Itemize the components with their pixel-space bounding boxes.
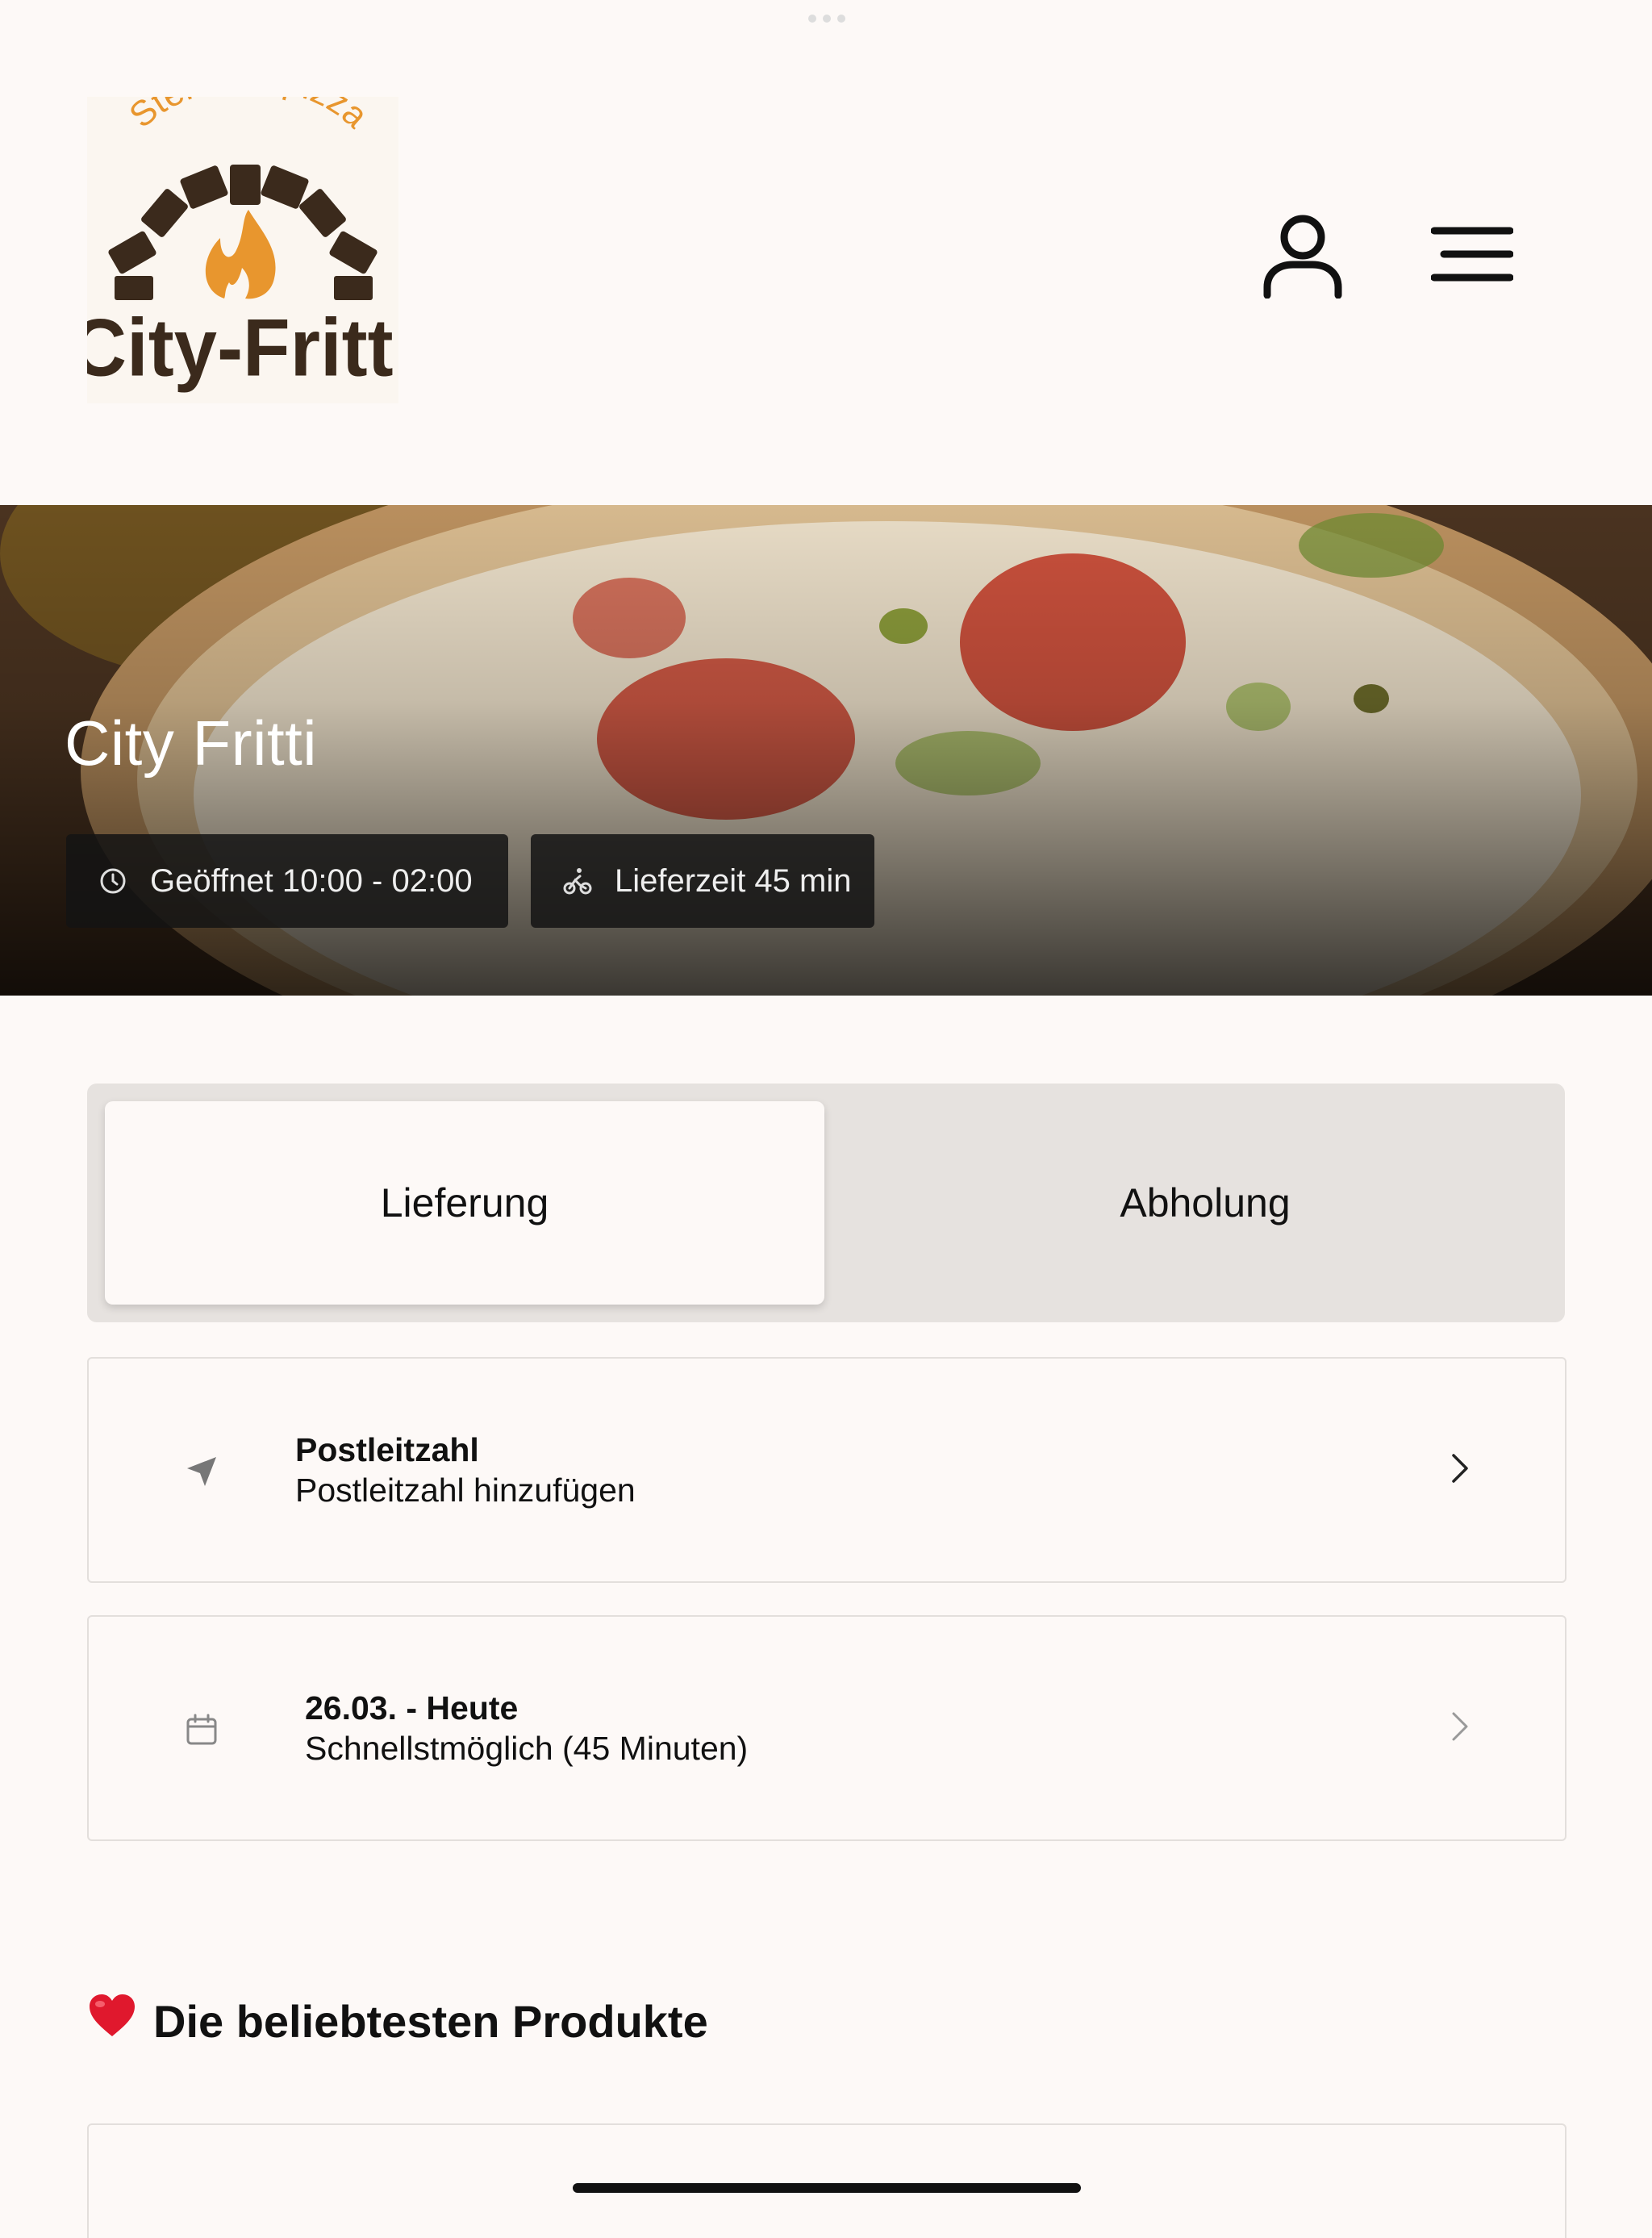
opening-hours-label: Geöffnet 10:00 - 02:00 <box>150 862 473 899</box>
bicycle-icon <box>561 865 594 897</box>
account-button[interactable] <box>1254 202 1351 307</box>
calendar-icon <box>177 1706 226 1754</box>
delivery-tab[interactable]: Lieferung <box>105 1101 824 1305</box>
restaurant-name: City Fritti <box>65 708 318 779</box>
delivery-date-card[interactable]: 26.03. - Heute Schnellstmöglich (45 Minu… <box>87 1615 1566 1841</box>
product-card[interactable] <box>87 2123 1566 2238</box>
chevron-right-icon <box>1436 1702 1484 1751</box>
delivery-time-label: Lieferzeit 45 min <box>615 862 852 899</box>
svg-text:Steinofenpizza: Steinofenpizza <box>122 97 376 136</box>
home-indicator[interactable] <box>573 2183 1081 2193</box>
brand-logo[interactable]: Steinofenpizza City-Fritti <box>87 97 398 403</box>
heart-icon <box>87 1993 137 2050</box>
order-mode-toggle: Lieferung Abholung <box>87 1084 1565 1322</box>
delivery-date-title: 26.03. - Heute <box>305 1689 519 1727</box>
popular-products-title: Die beliebtesten Produkte <box>153 1996 708 2047</box>
delivery-date-subtitle: Schnellstmöglich (45 Minuten) <box>305 1730 749 1767</box>
postal-code-card[interactable]: Postleitzahl Postleitzahl hinzufügen <box>87 1357 1566 1583</box>
location-arrow-icon <box>177 1447 226 1496</box>
svg-text:City-Fritti: City-Fritti <box>87 302 398 393</box>
hero-banner: City Fritti Geöffnet 10:00 - 02:00 Liefe… <box>0 505 1652 996</box>
postal-code-title: Postleitzahl <box>295 1431 479 1468</box>
postal-code-subtitle: Postleitzahl hinzufügen <box>295 1472 636 1509</box>
hamburger-menu-icon <box>1431 227 1513 282</box>
delivery-time-chip: Lieferzeit 45 min <box>531 834 874 928</box>
menu-button[interactable] <box>1424 214 1521 294</box>
window-grabber[interactable] <box>808 15 845 23</box>
popular-products-heading: Die beliebtesten Produkte <box>87 1993 708 2050</box>
user-icon <box>1263 215 1342 299</box>
chevron-right-icon <box>1436 1444 1484 1493</box>
clock-icon <box>97 865 129 897</box>
pickup-tab[interactable]: Abholung <box>845 1101 1565 1305</box>
opening-hours-chip: Geöffnet 10:00 - 02:00 <box>66 834 508 928</box>
